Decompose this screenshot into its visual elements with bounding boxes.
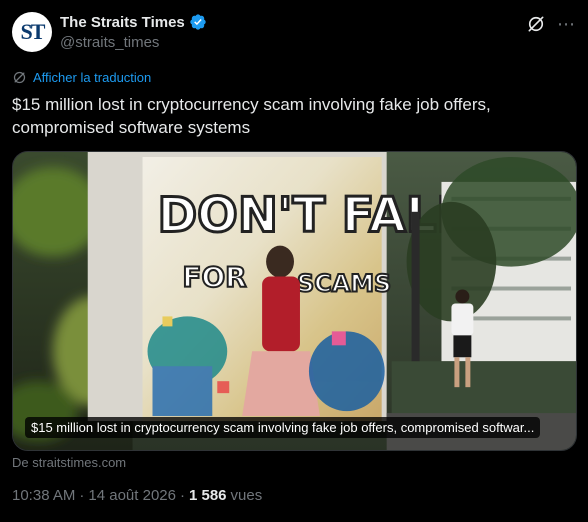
meta-separator: ·: [79, 487, 85, 504]
mural-text-3: SCAMS: [297, 270, 391, 298]
views-count: 1 586: [188, 487, 227, 504]
account-handle[interactable]: @straits_times: [60, 34, 159, 51]
name-row: The Straits Times: [60, 13, 207, 31]
verified-badge-icon: [190, 14, 206, 30]
account-name[interactable]: The Straits Times: [60, 14, 185, 31]
translate-row: Afficher la traduction: [12, 70, 151, 85]
views-label: vues: [230, 487, 263, 504]
translate-icon: [13, 71, 26, 84]
tweet-text: $15 million lost in cryptocurrency scam …: [12, 95, 491, 137]
card-image: DON'T FALL FOR SCAMS: [13, 152, 576, 450]
more-options-icon[interactable]: ⋯: [556, 14, 576, 34]
avatar-logo-text: ST: [20, 19, 46, 44]
card-caption: $15 million lost in cryptocurrency scam …: [25, 417, 541, 438]
meta-separator: ·: [179, 487, 185, 504]
tweet-time[interactable]: 10:38 AM: [12, 487, 75, 504]
tweet-date[interactable]: 14 août 2026: [88, 487, 176, 504]
translate-link[interactable]: Afficher la traduction: [33, 70, 151, 85]
mural-text-2: FOR: [182, 261, 246, 294]
tweet-meta: 10:38 AM · 14 août 2026 · 1 586 vues: [12, 487, 262, 504]
link-card[interactable]: DON'T FALL FOR SCAMS $15 million lost in…: [12, 151, 577, 451]
avatar[interactable]: ST: [12, 12, 52, 52]
tweet-header: ST The Straits Times @straits_times ⋯: [12, 12, 576, 56]
card-source[interactable]: De straitstimes.com: [12, 455, 126, 470]
grok-icon[interactable]: [526, 14, 546, 34]
